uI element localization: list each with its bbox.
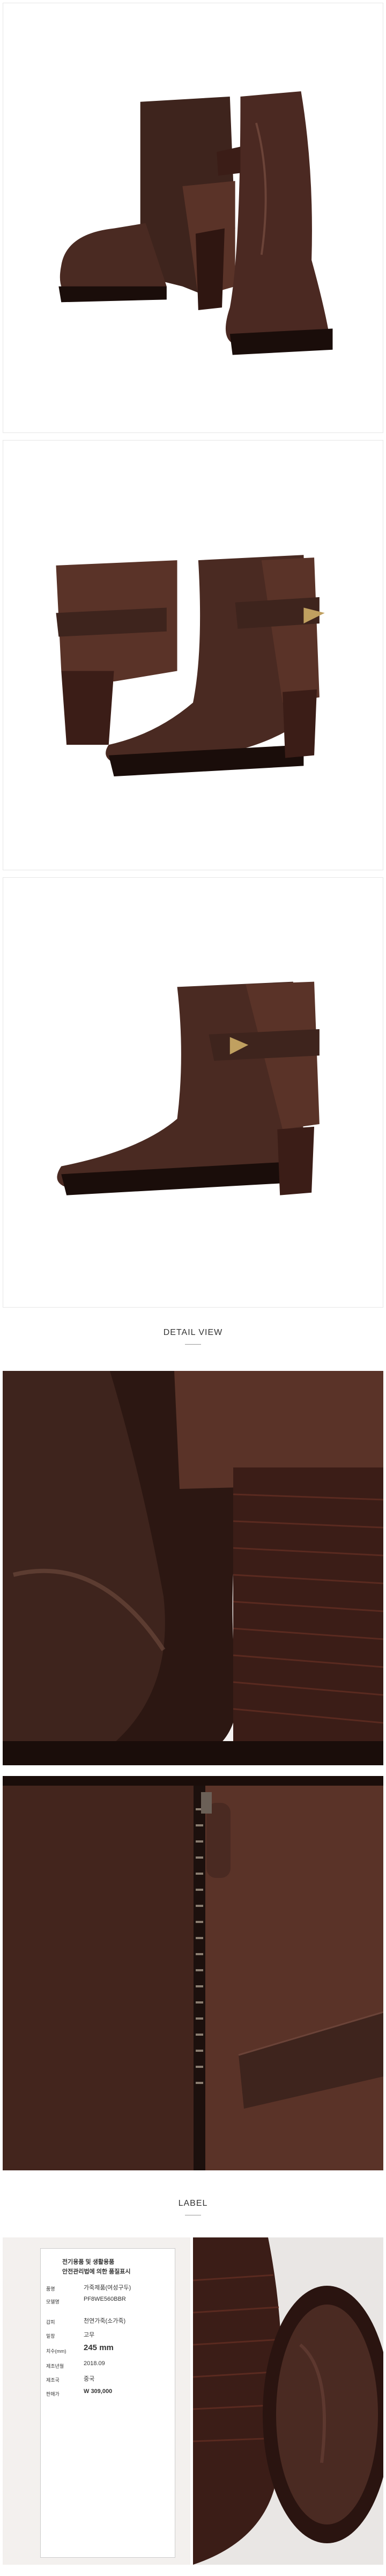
label-model-value: PF8WE560BBR: [84, 2296, 126, 2302]
label-photo: 전기용품 및 생활용품 안전관리법에 의한 품질표시 품명 가죽제품(여성구두)…: [3, 2237, 190, 2565]
quality-label-card: 전기용품 및 생활용품 안전관리법에 의한 품질표시 품명 가죽제품(여성구두)…: [40, 2248, 175, 2558]
label-date-key: 제조년월: [46, 2364, 64, 2369]
label-price-key: 판매가: [46, 2391, 60, 2397]
label-sole-key: 밑창: [46, 2333, 55, 2339]
label-sole-value: 고무: [84, 2332, 95, 2338]
product-photo-1: [3, 3, 383, 433]
detail-photo-toe-heel: [3, 1371, 383, 1765]
detail-toe-heel-image: [3, 1371, 383, 1765]
detail-view-divider: [185, 1344, 201, 1345]
heel-sole-image: [193, 2237, 383, 2565]
product-photo-2: [3, 440, 383, 870]
boot-single-side-image: [9, 886, 377, 1298]
label-price-value: W 309,000: [84, 2388, 113, 2395]
label-origin-value: 중국: [84, 2376, 95, 2382]
label-model-key: 모델명: [46, 2299, 60, 2305]
label-product-key: 품명: [46, 2286, 55, 2292]
label-size-value: 245 mm: [84, 2343, 114, 2352]
boots-pair-back-image: [9, 449, 377, 861]
label-product-value: 가죽제품(여성구두): [84, 2285, 131, 2291]
detail-zipper-strap-image: [3, 1776, 383, 2170]
product-photo-3: [3, 877, 383, 1308]
boots-pair-front-image: [9, 12, 377, 424]
label-upper-key: 갑피: [46, 2320, 55, 2325]
detail-photo-zipper-strap: [3, 1776, 383, 2170]
label-size-key: 치수(mm): [46, 2349, 66, 2354]
label-upper-value: 천연가죽(소가죽): [84, 2318, 126, 2324]
label-date-value: 2018.09: [84, 2360, 105, 2367]
label-origin-key: 제조국: [46, 2377, 60, 2383]
label-heading-1: 전기용품 및 생활용품: [62, 2259, 115, 2265]
label-heading-2: 안전관리법에 의한 품질표시: [62, 2269, 131, 2275]
heel-sole-photo: [193, 2237, 383, 2565]
label-title: LABEL: [178, 2199, 208, 2208]
detail-view-title: DETAIL VIEW: [163, 1328, 223, 1337]
